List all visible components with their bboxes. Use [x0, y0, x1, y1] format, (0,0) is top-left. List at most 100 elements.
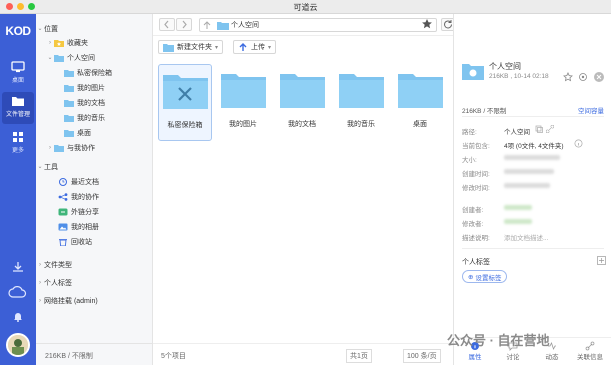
add-tag-icon[interactable]	[597, 256, 606, 265]
breadcrumb[interactable]: 个人空间	[231, 20, 259, 30]
section-tools[interactable]: ⌄ 工具	[36, 160, 153, 173]
forward-button[interactable]	[176, 18, 192, 31]
star-icon[interactable]	[563, 72, 573, 82]
file-item[interactable]: 我的图片	[216, 64, 270, 141]
rail-item-file-manager[interactable]: 文件管理	[2, 92, 34, 124]
section-file-types[interactable]: › 文件类型	[36, 258, 153, 271]
quota-link[interactable]: 空间容量	[578, 105, 604, 115]
file-item[interactable]: 我的音乐	[334, 64, 388, 141]
prop-label: 大小:	[462, 157, 477, 164]
sidebar: ⌄ 位置 › 收藏夹 ⌄ 个人空间 私密保险箱 我的图片 我的文档 我的音乐 桌…	[36, 14, 153, 365]
sidebar-item-favorites[interactable]: › 收藏夹	[36, 36, 153, 49]
sidebar-item-label: 我的音乐	[77, 114, 105, 122]
sidebar-item-link-share[interactable]: 外链分享	[36, 205, 153, 218]
chevron-down-icon: ⌄	[37, 26, 43, 32]
avatar[interactable]	[6, 333, 30, 357]
back-button[interactable]	[159, 18, 175, 31]
file-item[interactable]: 私密保险箱	[158, 64, 212, 141]
sidebar-item-album[interactable]: 我的相册	[36, 220, 153, 233]
trash-icon	[59, 238, 67, 246]
sidebar-item-label: 最近文档	[71, 178, 99, 186]
prop-value-path: 个人空间	[504, 129, 530, 136]
section-label: 网络挂载 (admin)	[44, 297, 98, 305]
info-panel: 个人空间 216KB , 10-14 02:18 216KB / 不限制 空间容…	[453, 14, 611, 365]
cloud-icon[interactable]	[8, 285, 28, 299]
section-personal-tags[interactable]: › 个人标签	[36, 276, 153, 289]
tab-label: 动态	[545, 354, 559, 361]
status-bar: 5个项目 共1页 100 条/页	[153, 343, 453, 365]
storage-usage: 216KB / 不限制	[36, 343, 153, 365]
file-name: 我的音乐	[347, 121, 375, 128]
folder-icon	[12, 97, 24, 106]
link-icon	[58, 208, 68, 215]
grid-icon	[13, 132, 23, 142]
close-icon[interactable]	[593, 71, 605, 83]
sidebar-item-label: 我的协作	[71, 193, 99, 201]
sidebar-item-documents[interactable]: 我的文档	[36, 96, 153, 109]
tags-title: 个人标签	[462, 259, 490, 266]
upload-icon	[239, 43, 247, 51]
settings-icon[interactable]	[578, 72, 588, 82]
info-icon[interactable]	[574, 139, 583, 148]
sidebar-item-recent[interactable]: 最近文档	[36, 175, 153, 188]
folder-icon	[280, 74, 325, 108]
folder-icon	[54, 54, 64, 62]
sidebar-item-trash[interactable]: 回收站	[36, 235, 153, 248]
file-name: 我的文档	[288, 121, 316, 128]
sidebar-item-desktop[interactable]: 桌面	[36, 126, 153, 139]
file-item[interactable]: 桌面	[393, 64, 447, 141]
copy-icon[interactable]	[535, 125, 543, 133]
folder-icon	[217, 22, 229, 30]
clock-icon	[59, 177, 67, 186]
prop-label: 修改者:	[462, 221, 484, 228]
folder-icon	[64, 99, 74, 107]
sidebar-item-personal-space[interactable]: ⌄ 个人空间	[36, 51, 153, 64]
folder-icon	[54, 144, 64, 152]
new-folder-button[interactable]: 新建文件夹 ▾	[158, 40, 224, 54]
address-bar[interactable]: 个人空间	[199, 18, 437, 32]
sidebar-item-my-collab[interactable]: 我的协作	[36, 190, 153, 203]
download-icon[interactable]	[11, 261, 25, 273]
sidebar-item-label: 收藏夹	[67, 39, 88, 47]
bell-icon[interactable]	[11, 310, 25, 322]
sidebar-item-music[interactable]: 我的音乐	[36, 111, 153, 124]
file-item[interactable]: 我的文档	[275, 64, 329, 141]
prop-value-modifier	[504, 219, 532, 226]
window-title: 可道云	[293, 3, 318, 12]
folder-icon	[462, 64, 484, 80]
album-icon	[58, 223, 68, 230]
link-icon[interactable]	[546, 125, 554, 133]
section-location[interactable]: ⌄ 位置	[36, 22, 153, 35]
title-bar: 可道云	[0, 0, 611, 14]
page-indicator[interactable]: 共1页	[346, 349, 372, 363]
sidebar-item-shared-with-me[interactable]: › 与我协作	[36, 141, 153, 154]
sidebar-item-pictures[interactable]: 我的图片	[36, 81, 153, 94]
section-label: 工具	[44, 163, 58, 171]
rail-item-more[interactable]: 更多	[2, 128, 34, 160]
sidebar-item-label: 私密保险箱	[77, 69, 112, 77]
section-label: 文件类型	[44, 261, 72, 269]
monitor-icon	[11, 61, 25, 73]
file-name: 私密保险箱	[167, 122, 203, 129]
rail-item-label: 文件管理	[5, 112, 30, 118]
divider	[462, 116, 604, 117]
tab-label: 属性	[468, 354, 482, 361]
description-input[interactable]: 添加文档描述...	[504, 232, 548, 242]
star-icon	[422, 19, 432, 29]
tab-related-info[interactable]: 关联信息	[572, 341, 608, 361]
tab-label: 讨论	[506, 354, 520, 361]
sidebar-item-label: 我的相册	[71, 223, 99, 231]
per-page-select[interactable]: 100 条/页	[403, 349, 441, 363]
prop-value-size	[504, 155, 560, 162]
arrow-up-icon[interactable]	[200, 20, 214, 31]
chevron-down-icon: ▾	[268, 44, 272, 51]
tab-label: 关联信息	[577, 354, 603, 361]
upload-button[interactable]: 上传 ▾	[233, 40, 277, 54]
set-tag-button[interactable]: ⊕ 设置标签	[462, 270, 508, 283]
section-network-mount[interactable]: › 网络挂载 (admin)	[36, 294, 153, 307]
chevron-down-icon: ▾	[215, 44, 219, 51]
rail-item-desktop[interactable]: 桌面	[2, 58, 34, 90]
favorite-button[interactable]	[421, 18, 437, 31]
share-icon	[58, 192, 68, 201]
sidebar-item-vault[interactable]: 私密保险箱	[36, 66, 153, 79]
